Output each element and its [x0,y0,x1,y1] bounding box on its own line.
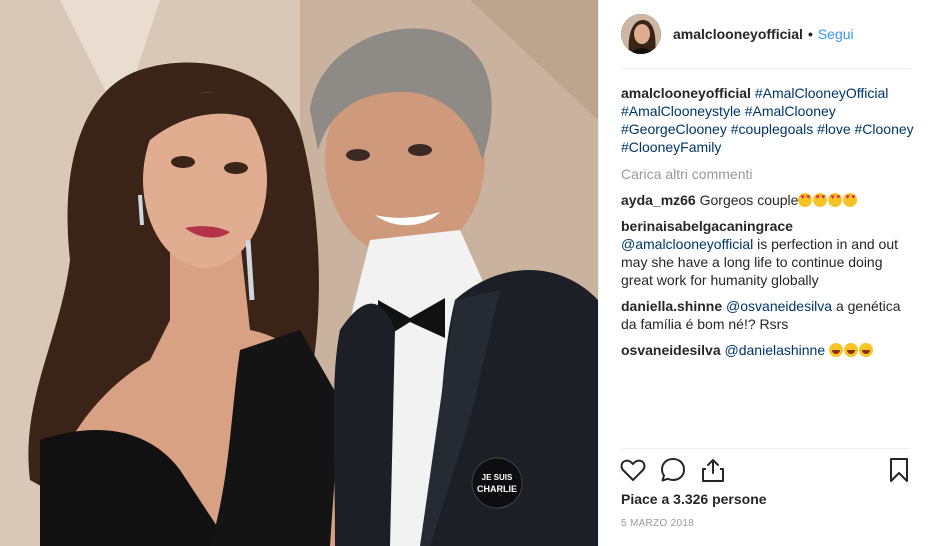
post-photo[interactable]: JE SUIS CHARLIE [0,0,598,546]
comment-icon[interactable] [659,456,687,484]
hashtag[interactable]: #AmalClooneystyle [621,103,741,119]
action-bar [619,456,914,488]
hashtag[interactable]: #AmalClooney [745,103,836,119]
caption-username[interactable]: amalclooneyofficial [621,85,751,101]
badge-line2: CHARLIE [477,484,517,494]
laughing-emoji-icon [829,343,844,357]
comment: daniella.shinne @osvaneidesilva a genéti… [621,297,916,333]
header-divider [621,68,910,69]
load-more-comments-button[interactable]: Carica altri commenti [621,165,916,183]
comment: osvaneidesilva @danielashinne [621,341,916,359]
comment: ayda_mz66 Gorgeos couple [621,191,916,209]
header-separator: • [807,26,813,42]
hashtag[interactable]: #love [817,121,850,137]
heart-eyes-emoji-icon [828,193,843,207]
comment-text: Gorgeos couple [699,192,799,208]
comments-list: amalclooneyofficial #AmalClooneyOfficial… [621,84,916,359]
hashtag[interactable]: #GeorgeClooney [621,121,727,137]
badge-line1: JE SUIS [482,473,513,482]
hashtag[interactable]: #couplegoals [731,121,814,137]
avatar[interactable] [621,14,661,54]
hashtag[interactable]: #Clooney [855,121,914,137]
laughing-emoji-icon [844,343,859,357]
likes-count[interactable]: Piace a 3.326 persone [621,491,767,507]
hashtag[interactable]: #AmalClooneyOfficial [755,85,889,101]
actions-divider [621,448,910,449]
bookmark-icon[interactable] [885,456,913,484]
hashtag[interactable]: #ClooneyFamily [621,139,721,155]
photo-illustration: JE SUIS CHARLIE [0,0,598,546]
heart-eyes-emoji-icon [813,193,828,207]
post-date[interactable]: 5 MARZO 2018 [621,518,694,529]
comment-mention[interactable]: @osvaneidesilva [726,298,832,314]
post-header: amalclooneyofficial • Segui [599,0,930,68]
caption: amalclooneyofficial #AmalClooneyOfficial… [621,84,916,156]
follow-button[interactable]: Segui [818,26,854,42]
comment-mention[interactable]: @amalclooneyofficial [621,236,753,252]
laughing-emoji-icon [859,343,874,357]
comment: berinaisabelgacaningrace @amalclooneyoff… [621,217,916,289]
avatar-image [621,14,661,54]
share-icon[interactable] [699,456,727,484]
post-side-panel: amalclooneyofficial • Segui amalclooneyo… [598,0,930,546]
comment-username[interactable]: daniella.shinne [621,298,722,314]
heart-eyes-emoji-icon [843,193,858,207]
header-username[interactable]: amalclooneyofficial [673,26,803,42]
comment-mention[interactable]: @danielashinne [725,342,826,358]
heart-eyes-emoji-icon [798,193,813,207]
comment-username[interactable]: ayda_mz66 [621,192,696,208]
instagram-post: JE SUIS CHARLIE amalclooneyofficial • Se… [0,0,930,546]
comment-username[interactable]: osvaneidesilva [621,342,721,358]
heart-icon[interactable] [619,456,647,484]
comment-username[interactable]: berinaisabelgacaningrace [621,218,793,234]
